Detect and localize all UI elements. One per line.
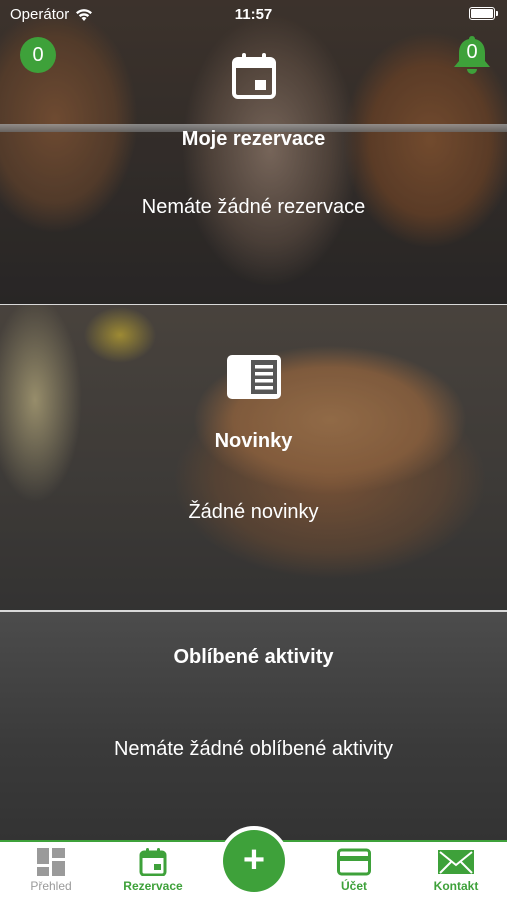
tab-overview[interactable]: Přehled bbox=[6, 848, 96, 893]
tab-contact-label: Kontakt bbox=[433, 879, 479, 893]
reservations-panel[interactable]: Moje rezervace Nemáte žádné rezervace bbox=[0, 0, 507, 304]
news-title: Novinky bbox=[214, 430, 293, 452]
newspaper-icon bbox=[227, 355, 281, 404]
clock: 11:57 bbox=[234, 6, 273, 23]
tab-account[interactable]: Účet bbox=[309, 848, 399, 893]
dashboard-icon bbox=[37, 848, 65, 876]
credit-card-icon bbox=[337, 848, 371, 876]
favorite-activities-title: Oblíbené aktivity bbox=[173, 646, 334, 668]
battery-icon bbox=[469, 7, 498, 20]
favorite-activities-empty-message: Nemáte žádné oblíbené aktivity bbox=[113, 738, 394, 760]
tab-contact[interactable]: Kontakt bbox=[411, 848, 501, 893]
count-badge[interactable]: 0 bbox=[20, 37, 56, 73]
notifications-count: 0 bbox=[466, 41, 478, 63]
tab-reservations[interactable]: Rezervace bbox=[108, 848, 198, 893]
envelope-icon bbox=[438, 850, 474, 874]
reservations-empty-message: Nemáte žádné rezervace bbox=[141, 196, 366, 218]
status-bar: Operátor 11:57 bbox=[0, 0, 507, 28]
notifications-button[interactable]: 0 bbox=[451, 34, 493, 76]
calendar-icon bbox=[231, 52, 277, 105]
favorite-activities-panel[interactable]: Oblíbené aktivity Nemáte žádné oblíbené … bbox=[0, 612, 507, 840]
tab-overview-label: Přehled bbox=[30, 879, 72, 893]
news-empty-message: Žádné novinky bbox=[188, 501, 319, 523]
tab-reservations-label: Rezervace bbox=[123, 879, 183, 893]
calendar-icon bbox=[139, 848, 167, 876]
add-reservation-button[interactable]: + bbox=[223, 830, 285, 892]
tab-account-label: Účet bbox=[340, 879, 367, 893]
reservations-title: Moje rezervace bbox=[181, 128, 326, 150]
news-panel[interactable]: Novinky Žádné novinky bbox=[0, 305, 507, 610]
